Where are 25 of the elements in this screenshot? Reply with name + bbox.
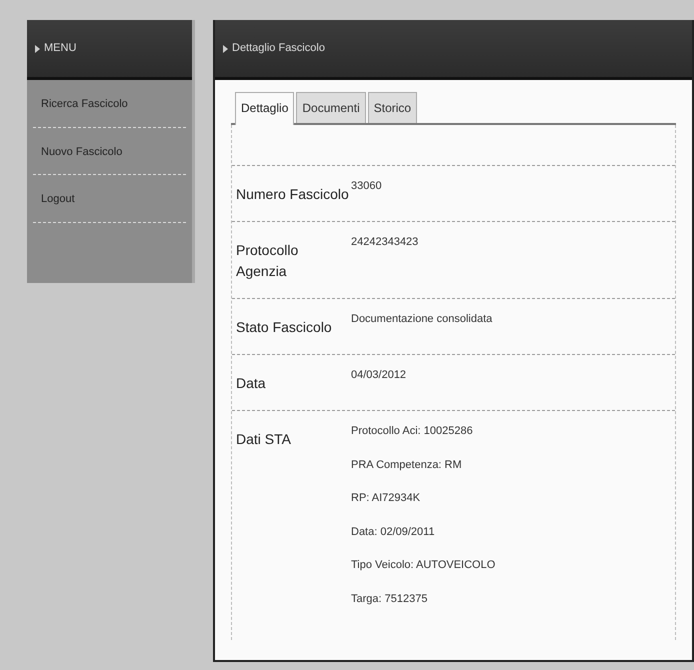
field-value: RP: AI72934K bbox=[351, 491, 422, 506]
field-label: Dati STA bbox=[236, 430, 292, 449]
field-value: Protocollo Aci: 10025286 bbox=[351, 424, 474, 439]
page-title: Dettaglio Fascicolo bbox=[232, 41, 325, 56]
field-label: Data bbox=[236, 374, 267, 393]
field-value: 04/03/2012 bbox=[351, 368, 406, 383]
triangle-icon bbox=[35, 44, 40, 52]
triangle-icon bbox=[223, 44, 228, 52]
field-label: Stato Fascicolo bbox=[236, 318, 333, 337]
field-value: Targa: 7512375 bbox=[351, 592, 428, 606]
sidebar-link[interactable]: Logout bbox=[33, 175, 186, 222]
tab[interactable]: Documenti bbox=[296, 92, 366, 123]
sidebar-link[interactable]: Ricerca Fascicolo bbox=[33, 80, 186, 128]
tab[interactable]: Dettaglio bbox=[235, 92, 294, 125]
field-label: Numero Fascicolo bbox=[236, 185, 350, 204]
tab[interactable]: Storico bbox=[368, 92, 418, 123]
field-value: PRA Competenza: RM bbox=[351, 458, 463, 472]
field-value: 24242343423 bbox=[351, 235, 418, 250]
menu-title: MENU bbox=[44, 41, 76, 56]
field-value: Tipo Veicolo: AUTOVEICOLO bbox=[351, 558, 496, 573]
field-value: Documentazione consolidata bbox=[351, 312, 492, 327]
field-value: Data: 02/09/2011 bbox=[351, 524, 436, 540]
field-label: Protocollo Agenzia bbox=[236, 241, 300, 281]
field-value: 33060 bbox=[351, 179, 382, 194]
sidebar-link[interactable]: Nuovo Fascicolo bbox=[33, 128, 186, 175]
